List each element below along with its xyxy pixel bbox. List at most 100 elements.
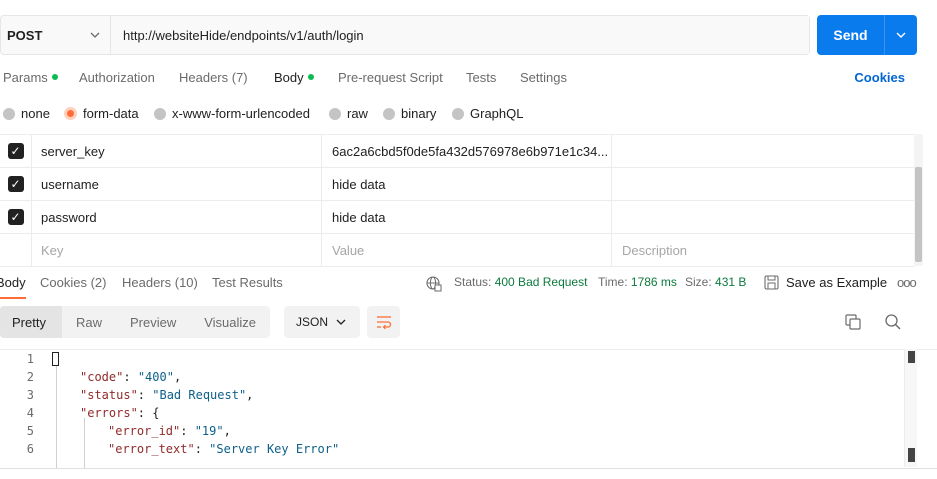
tab-tests[interactable]: Tests bbox=[466, 70, 496, 85]
value-cell[interactable]: hide data bbox=[322, 201, 612, 233]
tab-preview[interactable]: Preview bbox=[116, 306, 190, 338]
tab-body[interactable]: Body bbox=[274, 70, 314, 85]
more-options-button[interactable]: ooo bbox=[897, 275, 917, 290]
send-button[interactable]: Send bbox=[817, 15, 884, 55]
code-line-5: "error_id": "19", bbox=[108, 424, 231, 438]
line-number: 2 bbox=[26, 370, 34, 384]
radio-circle bbox=[154, 107, 166, 120]
line-number: 5 bbox=[26, 424, 34, 438]
row-checkbox[interactable]: ✓ bbox=[7, 209, 24, 225]
key-cell[interactable]: password bbox=[32, 201, 322, 233]
value-cell[interactable]: hide data bbox=[322, 168, 612, 200]
radio-circle bbox=[3, 107, 15, 120]
row-checkbox[interactable]: ✓ bbox=[7, 143, 24, 159]
tab-pretty[interactable]: Pretty bbox=[0, 306, 62, 338]
wrap-lines-button[interactable] bbox=[367, 306, 400, 338]
line-number: 6 bbox=[26, 442, 34, 456]
key-cell[interactable]: username bbox=[32, 168, 322, 200]
request-tabs: Params Authorization Headers (7) Body Pr… bbox=[0, 70, 937, 88]
description-placeholder[interactable]: Description bbox=[612, 234, 914, 266]
description-cell[interactable] bbox=[612, 135, 914, 167]
body-dot-indicator bbox=[307, 74, 314, 80]
line-number: 3 bbox=[26, 388, 34, 402]
chevron-down-icon bbox=[896, 32, 906, 38]
indent-guide bbox=[84, 418, 85, 468]
scrollbar-thumb[interactable] bbox=[908, 351, 915, 363]
table-row-placeholder: Key Value Description bbox=[0, 234, 914, 267]
format-label: JSON bbox=[296, 315, 329, 329]
tab-settings[interactable]: Settings bbox=[520, 70, 567, 85]
status-bar bbox=[0, 468, 937, 479]
value-cell[interactable]: 6ac2a6cbd5f0de5fa432d576978e6b971e1c34..… bbox=[322, 135, 612, 167]
code-line-6: "error_text": "Server Key Error" bbox=[108, 442, 340, 456]
radio-circle bbox=[329, 107, 341, 120]
form-data-table: ✓ server_key 6ac2a6cbd5f0de5fa432d576978… bbox=[0, 134, 914, 267]
url-input[interactable]: http://websiteHide/endpoints/v1/auth/log… bbox=[111, 16, 809, 54]
tab-authorization[interactable]: Authorization bbox=[79, 70, 155, 85]
cookies-link[interactable]: Cookies bbox=[854, 70, 905, 85]
radio-raw[interactable]: raw bbox=[329, 106, 368, 121]
format-select[interactable]: JSON bbox=[284, 306, 360, 338]
code-line-4: "errors": { bbox=[80, 406, 160, 420]
send-button-group: Send bbox=[817, 15, 917, 55]
tab-params[interactable]: Params bbox=[3, 70, 58, 85]
chevron-down-icon bbox=[336, 319, 346, 325]
size-readout[interactable]: Size: 431 B bbox=[685, 275, 746, 289]
response-code-editor[interactable]: 1 2 3 4 5 6 "code": "400", "status": "Ba… bbox=[0, 349, 937, 479]
tab-test-results[interactable]: Test Results bbox=[212, 275, 283, 290]
radio-circle bbox=[383, 107, 395, 120]
tab-headers[interactable]: Headers (7) bbox=[179, 70, 248, 85]
radio-none[interactable]: none bbox=[3, 106, 50, 121]
send-options-button[interactable] bbox=[884, 15, 917, 55]
save-icon bbox=[764, 275, 779, 290]
radio-x-www-form-urlencoded[interactable]: x-www-form-urlencoded bbox=[154, 106, 310, 121]
response-view-tabs: Pretty Raw Preview Visualize bbox=[0, 306, 271, 338]
request-bar: POST http://websiteHide/endpoints/v1/aut… bbox=[0, 15, 810, 55]
globe-icon[interactable] bbox=[426, 276, 442, 292]
table-row: ✓ username hide data bbox=[0, 168, 914, 201]
time-readout[interactable]: Time: 1786 ms bbox=[598, 275, 677, 289]
key-cell[interactable]: server_key bbox=[32, 135, 322, 167]
copy-icon[interactable] bbox=[844, 313, 862, 331]
wrap-lines-icon bbox=[376, 316, 391, 329]
tab-pre-request-script[interactable]: Pre-request Script bbox=[338, 70, 443, 85]
status-readout[interactable]: Status: 400 Bad Request bbox=[454, 275, 587, 289]
code-line-2: "code": "400", bbox=[80, 370, 182, 384]
table-row: ✓ server_key 6ac2a6cbd5f0de5fa432d576978… bbox=[0, 135, 914, 168]
method-label: POST bbox=[7, 27, 43, 43]
body-type-options: none form-data x-www-form-urlencoded raw… bbox=[0, 106, 937, 124]
indent-guide bbox=[56, 366, 57, 479]
scrollbar-thumb[interactable] bbox=[908, 448, 915, 462]
radio-circle-selected bbox=[64, 107, 77, 120]
code-scrollbar[interactable] bbox=[904, 349, 917, 467]
params-dot-indicator bbox=[51, 74, 58, 80]
search-icon[interactable] bbox=[884, 313, 902, 331]
tab-raw[interactable]: Raw bbox=[62, 306, 116, 338]
tab-visualize[interactable]: Visualize bbox=[190, 306, 270, 338]
response-bar: Body Cookies (2) Headers (10) Test Resul… bbox=[0, 275, 937, 299]
value-placeholder[interactable]: Value bbox=[322, 234, 612, 266]
tab-response-body[interactable]: Body bbox=[0, 275, 26, 299]
line-number: 4 bbox=[26, 406, 34, 420]
save-as-example-button[interactable]: Save as Example bbox=[764, 275, 887, 290]
method-select[interactable]: POST bbox=[1, 16, 111, 54]
line-number: 1 bbox=[26, 352, 34, 366]
url-text: http://websiteHide/endpoints/v1/auth/log… bbox=[123, 27, 364, 43]
description-cell[interactable] bbox=[612, 201, 914, 233]
code-line-3: "status": "Bad Request", bbox=[80, 388, 254, 402]
key-placeholder[interactable]: Key bbox=[32, 234, 322, 266]
radio-form-data[interactable]: form-data bbox=[64, 106, 139, 121]
tab-response-cookies[interactable]: Cookies (2) bbox=[40, 275, 106, 290]
text-cursor bbox=[52, 352, 59, 366]
radio-graphql[interactable]: GraphQL bbox=[452, 106, 523, 121]
description-cell[interactable] bbox=[612, 168, 914, 200]
row-checkbox[interactable]: ✓ bbox=[7, 176, 24, 192]
scrollbar-thumb[interactable] bbox=[915, 167, 922, 262]
code-line-1 bbox=[52, 352, 59, 367]
table-scrollbar[interactable] bbox=[914, 134, 923, 266]
table-row: ✓ password hide data bbox=[0, 201, 914, 234]
tab-response-headers[interactable]: Headers (10) bbox=[122, 275, 198, 290]
chevron-down-icon bbox=[90, 30, 100, 41]
radio-binary[interactable]: binary bbox=[383, 106, 436, 121]
radio-circle bbox=[452, 107, 464, 120]
